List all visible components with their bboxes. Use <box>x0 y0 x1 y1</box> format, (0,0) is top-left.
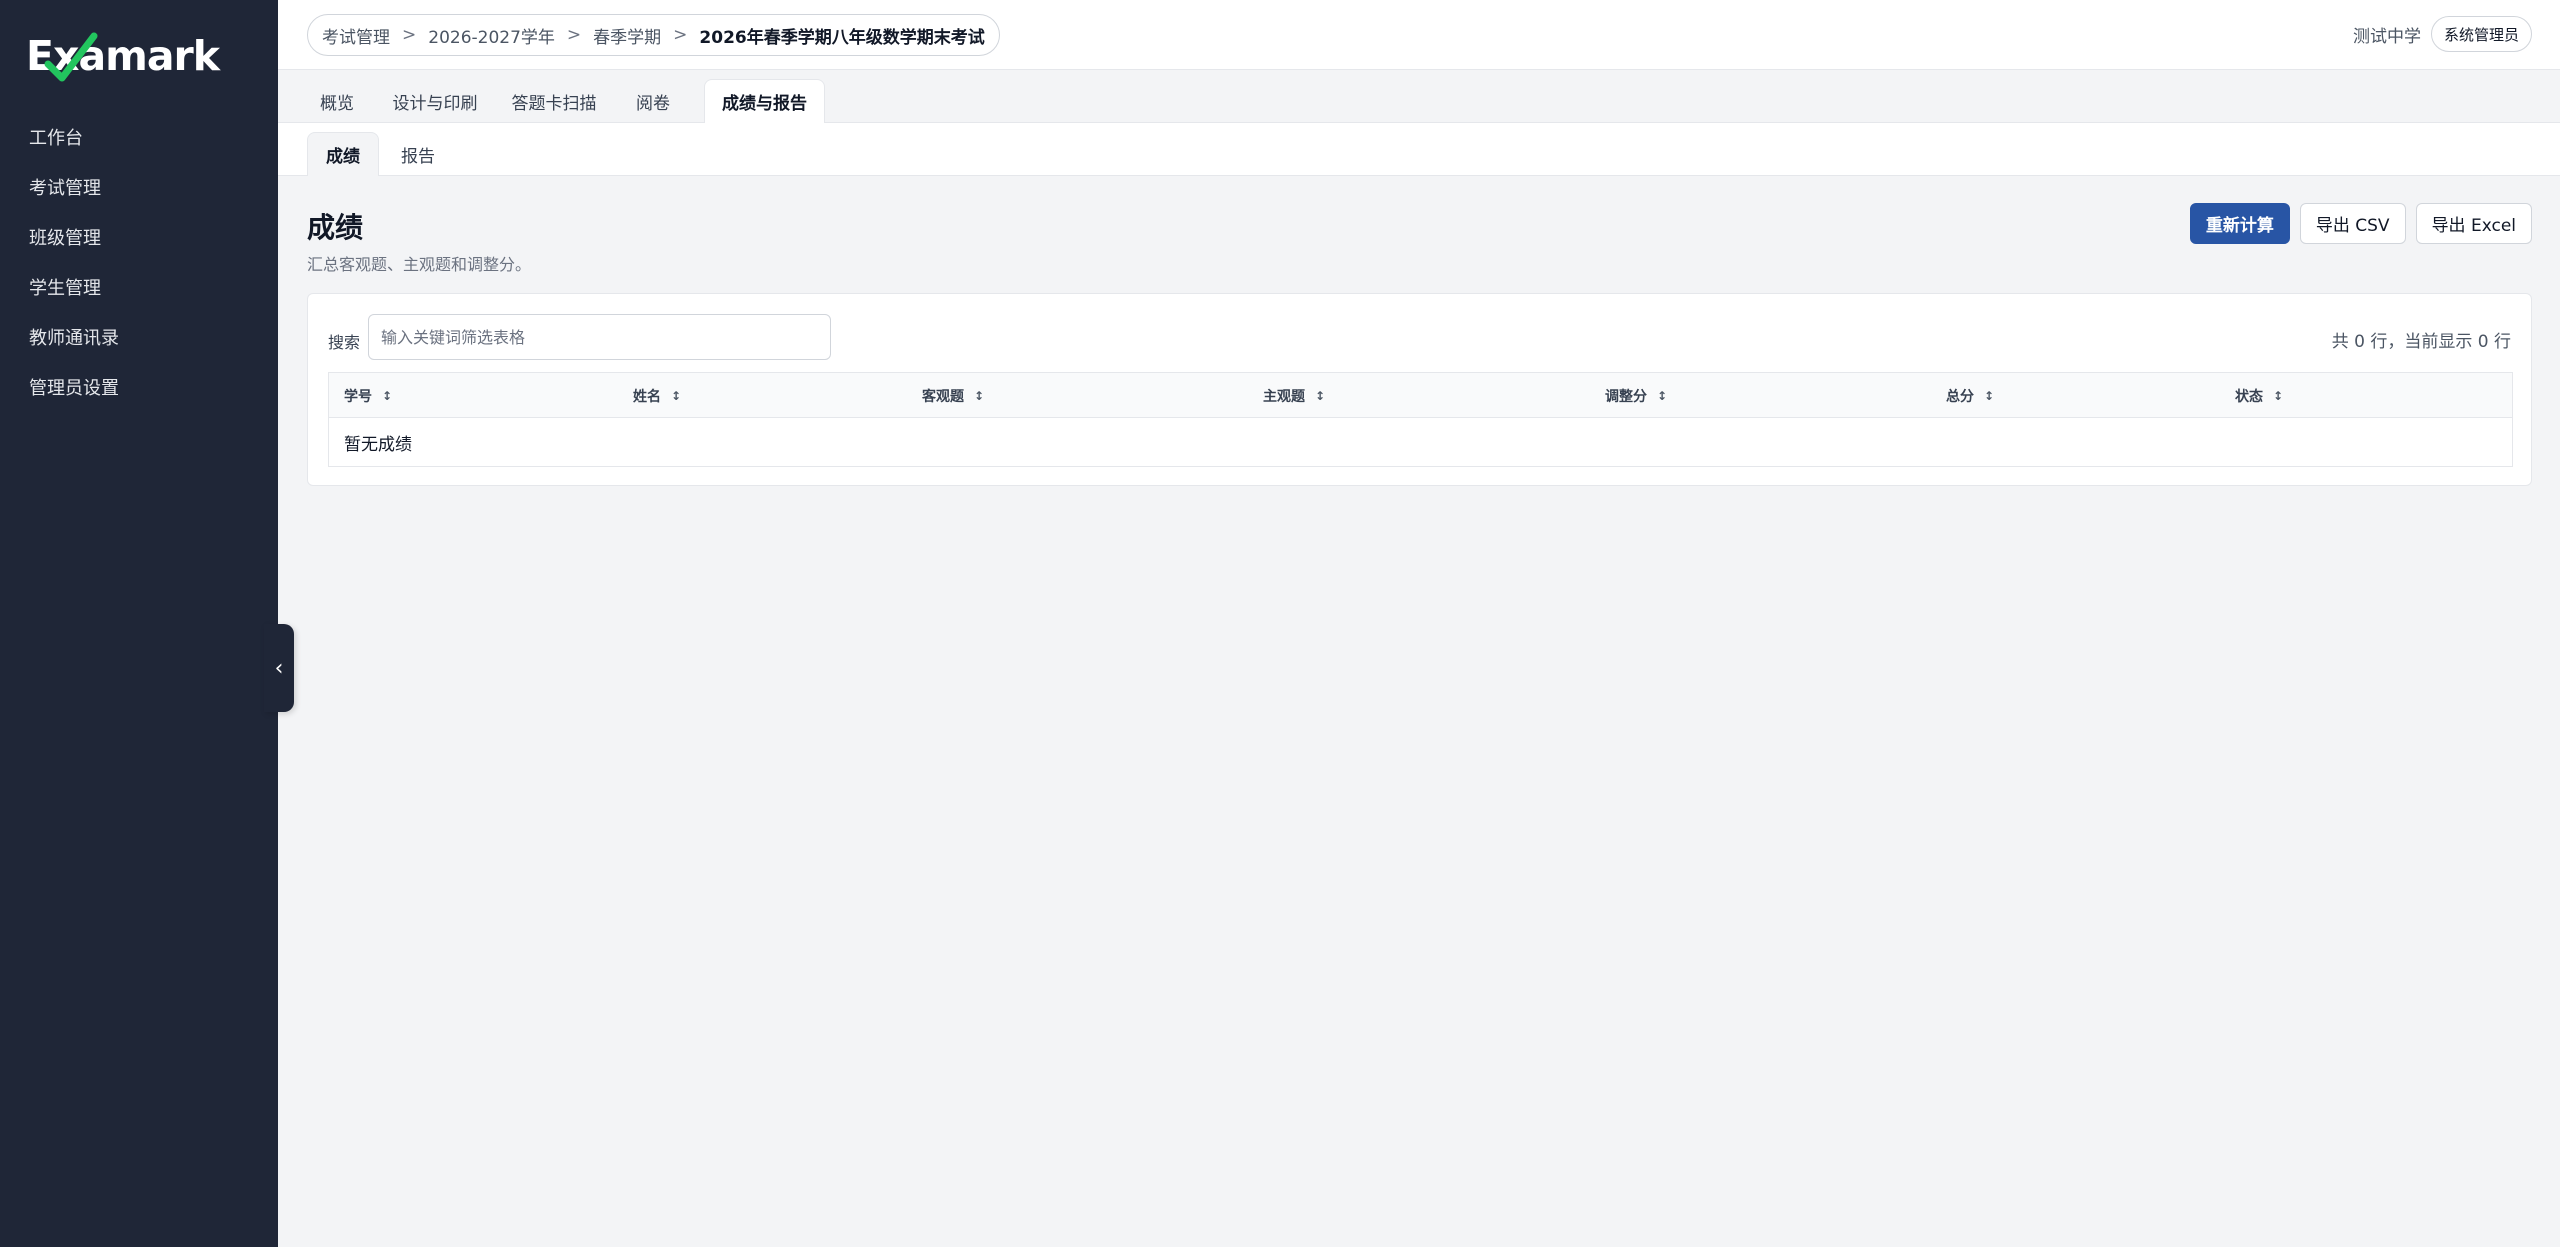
tab-scores-reports[interactable]: 成绩与报告 <box>704 79 825 124</box>
sort-icon: ↕ <box>1984 388 1995 403</box>
page-title: 成绩 <box>307 211 364 244</box>
sort-icon: ↕ <box>974 388 985 403</box>
exam-tabs: 概览 设计与印刷 答题卡扫描 阅卷 成绩与报告 <box>278 70 2560 124</box>
subtab-reports[interactable]: 报告 <box>388 132 448 176</box>
sidebar-item-workbench[interactable]: 工作台 <box>0 112 278 162</box>
tab-design-print[interactable]: 设计与印刷 <box>385 79 485 123</box>
sort-icon: ↕ <box>382 388 393 403</box>
sort-icon: ↕ <box>1657 388 1668 403</box>
breadcrumb-item-exam-management[interactable]: 考试管理 <box>322 23 390 48</box>
breadcrumb-item-semester[interactable]: 春季学期 <box>593 23 661 48</box>
sidebar-item-label: 班级管理 <box>29 228 101 249</box>
user-area: 测试中学 系统管理员 <box>2353 16 2532 52</box>
table-header: 学号 ↕ 姓名 ↕ 客观题 ↕ 主观题 ↕ 调整分 ↕ 总分 ↕ 状态 ↕ <box>329 373 2512 418</box>
search-label: 搜索 <box>328 333 361 352</box>
brand-logo[interactable]: Examark <box>26 26 236 86</box>
recalculate-button[interactable]: 重新计算 <box>2189 203 2290 244</box>
tab-label: 成绩与报告 <box>722 94 807 114</box>
score-subtabs: 成绩 报告 <box>278 123 2560 176</box>
sort-icon: ↕ <box>1315 388 1326 403</box>
tab-label: 阅卷 <box>636 93 670 114</box>
tab-label: 设计与印刷 <box>392 93 478 114</box>
column-label: 学号 <box>344 388 372 405</box>
column-header-total[interactable]: 总分 ↕ <box>1946 373 1994 418</box>
breadcrumb-separator: > <box>402 25 417 45</box>
column-label: 总分 <box>1946 388 1974 405</box>
tab-label: 概览 <box>320 93 354 114</box>
page-subtitle: 汇总客观题、主观题和调整分。 <box>307 255 532 274</box>
scores-table: 学号 ↕ 姓名 ↕ 客观题 ↕ 主观题 ↕ 调整分 ↕ 总分 ↕ 状态 ↕ 暂无成绩 <box>328 372 2513 467</box>
chevron-left-icon: ‹ <box>274 655 284 681</box>
row-count: 共 0 行，当前显示 0 行 <box>2331 332 2511 352</box>
column-label: 状态 <box>2235 388 2263 405</box>
sidebar-collapse-button[interactable]: ‹ <box>264 624 294 712</box>
sidebar-item-label: 学生管理 <box>29 278 101 299</box>
breadcrumb-separator: > <box>673 25 688 45</box>
export-excel-button[interactable]: 导出 Excel <box>2415 203 2532 244</box>
column-header-objective[interactable]: 客观题 ↕ <box>922 373 984 418</box>
role-badge[interactable]: 系统管理员 <box>2430 16 2532 52</box>
sort-icon: ↕ <box>671 388 682 403</box>
top-bar: 考试管理 > 2026-2027学年 > 春季学期 > 2026年春季学期八年级… <box>278 0 2560 70</box>
sidebar-item-exam-management[interactable]: 考试管理 <box>0 162 278 212</box>
column-label: 姓名 <box>633 388 661 405</box>
breadcrumb: 考试管理 > 2026-2027学年 > 春季学期 > 2026年春季学期八年级… <box>307 14 1000 56</box>
column-header-student-id[interactable]: 学号 ↕ <box>344 373 392 418</box>
column-label: 客观题 <box>922 388 964 405</box>
sidebar-item-label: 教师通讯录 <box>29 328 119 349</box>
action-bar: 重新计算 导出 CSV 导出 Excel <box>2189 203 2532 244</box>
column-label: 调整分 <box>1605 388 1647 405</box>
sidebar: Examark 工作台 考试管理 班级管理 学生管理 教师通讯录 管理员设置 <box>0 0 278 1247</box>
breadcrumb-item-school-year[interactable]: 2026-2027学年 <box>428 23 555 48</box>
sidebar-item-label: 工作台 <box>29 128 83 149</box>
subtab-label: 报告 <box>401 146 435 167</box>
tab-label: 答题卡扫描 <box>511 93 597 114</box>
empty-row: 暂无成绩 <box>344 434 412 455</box>
sidebar-item-admin-settings[interactable]: 管理员设置 <box>0 362 278 412</box>
column-label: 主观题 <box>1263 388 1305 405</box>
school-name: 测试中学 <box>2352 26 2421 47</box>
sidebar-nav: 工作台 考试管理 班级管理 学生管理 教师通讯录 管理员设置 <box>0 112 278 412</box>
subtab-label: 成绩 <box>326 147 360 167</box>
sidebar-item-class-management[interactable]: 班级管理 <box>0 212 278 262</box>
subtab-scores[interactable]: 成绩 <box>307 132 379 176</box>
sidebar-item-label: 管理员设置 <box>29 378 119 399</box>
sort-icon: ↕ <box>2273 388 2284 403</box>
export-csv-button[interactable]: 导出 CSV <box>2299 203 2406 244</box>
column-header-subjective[interactable]: 主观题 ↕ <box>1263 373 1325 418</box>
scores-card: 搜索 共 0 行，当前显示 0 行 学号 ↕ 姓名 ↕ 客观题 ↕ 主观题 ↕ 调整分 ↕… <box>307 293 2532 486</box>
column-header-name[interactable]: 姓名 ↕ <box>633 373 681 418</box>
sidebar-item-student-management[interactable]: 学生管理 <box>0 262 278 312</box>
tab-overview[interactable]: 概览 <box>307 79 367 123</box>
breadcrumb-item-current-exam: 2026年春季学期八年级数学期末考试 <box>699 27 985 48</box>
tab-answer-sheet-scan[interactable]: 答题卡扫描 <box>504 79 604 123</box>
sidebar-item-label: 考试管理 <box>29 178 101 199</box>
check-icon <box>44 32 98 82</box>
tab-grading[interactable]: 阅卷 <box>623 79 683 123</box>
sidebar-item-teacher-directory[interactable]: 教师通讯录 <box>0 312 278 362</box>
column-header-status[interactable]: 状态 ↕ <box>2235 373 2283 418</box>
breadcrumb-separator: > <box>566 25 582 45</box>
column-header-adjustment[interactable]: 调整分 ↕ <box>1605 373 1667 418</box>
search-input[interactable] <box>368 314 831 360</box>
